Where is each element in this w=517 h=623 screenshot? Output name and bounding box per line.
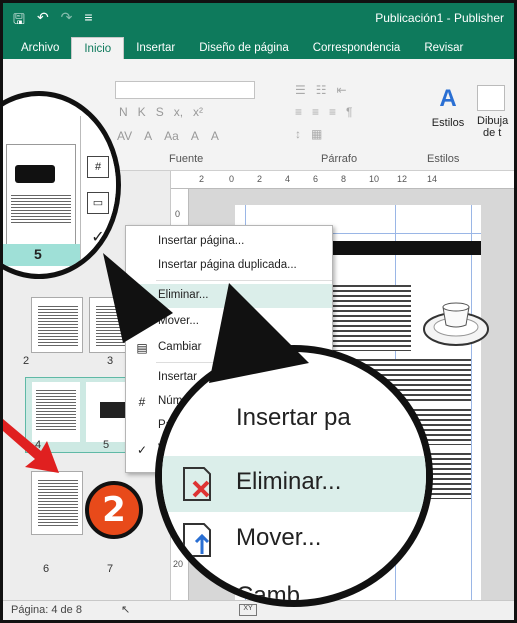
thumb-content	[38, 480, 78, 526]
align-center-icon[interactable]: ≡	[312, 105, 319, 119]
draw-label-2: de t	[483, 127, 502, 139]
styles-icon: A	[439, 85, 457, 112]
line-spacing-icon[interactable]: ↕	[295, 127, 301, 141]
cursor-icon: ↖	[121, 604, 131, 616]
page-number-5: 5	[103, 439, 110, 451]
subscript-button[interactable]: x,	[174, 105, 183, 119]
page-number-icon: #	[138, 395, 146, 409]
window-title: Publicación1 - Publisher	[375, 11, 504, 25]
publisher-window: 🖫 ↶ ↷ ≡ Publicación1 - Publisher Archivo…	[0, 0, 517, 623]
red-arrow-icon	[3, 419, 59, 473]
tab-inicio[interactable]: Inicio	[71, 37, 125, 59]
group-label-parrafo: Párrafo	[321, 153, 358, 165]
callout-pointer-right	[209, 283, 309, 383]
selection-band	[3, 244, 82, 266]
tab-correspondencia[interactable]: Correspondencia	[301, 37, 413, 59]
char-spacing-button[interactable]: AV	[117, 129, 132, 143]
font-format-row-2: AV A Aa A A	[117, 129, 219, 143]
title-bar: 🖫 ↶ ↷ ≡ Publicación1 - Publisher	[3, 3, 514, 33]
page-number-6: 6	[43, 563, 50, 575]
icon-rail: # ▭ ✓	[80, 116, 116, 274]
ruler-mark: 2	[257, 174, 263, 184]
move-page-icon	[183, 523, 211, 557]
magnifier-thumbnail: 5 # ▭ ✓	[3, 91, 121, 279]
page-number-2: 2	[23, 355, 30, 367]
page-number-icon: #	[87, 156, 109, 178]
ribbon-tabs: Archivo Inicio Insertar Diseño de página…	[3, 33, 514, 59]
ruler-mark: 6	[313, 174, 319, 184]
customize-icon[interactable]: ≡	[84, 9, 92, 33]
page-number-3: 3	[107, 355, 114, 367]
cup-image[interactable]	[421, 293, 491, 349]
thumb-content	[38, 306, 78, 346]
thumb-image	[100, 402, 128, 418]
delete-page-icon	[183, 467, 211, 501]
status-bar: Página: 4 de 8 ↖ XY	[3, 600, 514, 620]
zoom-item-eliminar: Eliminar...	[162, 456, 426, 512]
font-format-row: N K S x, x²	[119, 105, 203, 119]
tab-archivo[interactable]: Archivo	[9, 37, 71, 59]
ruler-mark: 14	[427, 174, 438, 184]
align-left-icon[interactable]: ≡	[295, 105, 302, 119]
pilcrow-icon[interactable]: ¶	[346, 105, 352, 119]
redo-icon[interactable]: ↷	[61, 9, 73, 33]
underline-button[interactable]: S	[156, 105, 164, 119]
text-box-icon	[477, 85, 505, 111]
check-icon: ✓	[136, 443, 148, 457]
page-icon: ▭	[87, 192, 109, 214]
page-indicator[interactable]: Página: 4 de 8	[11, 604, 82, 616]
font-name-box[interactable]	[115, 81, 255, 99]
quick-access-toolbar: 🖫 ↶ ↷ ≡	[13, 9, 93, 33]
text-block[interactable]	[331, 285, 411, 351]
horizontal-ruler: 2 0 2 4 6 8 10 12 14	[171, 171, 514, 189]
ruler-mark: 0	[175, 209, 181, 219]
tab-insertar[interactable]: Insertar	[124, 37, 187, 59]
check-icon: ✓	[87, 228, 109, 250]
bag-image	[15, 165, 55, 183]
menu-item-insertar-pagina[interactable]: Insertar página...	[126, 230, 332, 254]
ruler-mark: 12	[397, 174, 408, 184]
zoom-item-mover: Mover...	[162, 514, 426, 570]
ruler-mark: 10	[369, 174, 380, 184]
ruler-mark: 8	[341, 174, 347, 184]
page-number-label: 5	[34, 246, 42, 262]
change-case-button[interactable]: Aa	[164, 129, 179, 143]
margin-guide	[471, 205, 472, 605]
superscript-button[interactable]: x²	[193, 105, 203, 119]
magnified-page-thumbnail	[6, 144, 76, 254]
paragraph-controls: ☰ ☷ ⇤ ≡ ≡ ≡ ¶ ↕ ▦	[295, 83, 415, 153]
step-badge: 2	[85, 481, 143, 539]
page-number-7: 7	[107, 563, 114, 575]
ruler-mark: 4	[285, 174, 291, 184]
numbering-icon[interactable]: ☷	[316, 83, 327, 97]
shrink-font-button[interactable]: A	[211, 129, 219, 143]
thumb-content	[11, 195, 71, 225]
tab-diseno-de-pagina[interactable]: Diseño de página	[187, 37, 301, 59]
undo-icon[interactable]: ↶	[37, 9, 49, 33]
page-header-bar[interactable]	[317, 241, 481, 255]
bullets-icon[interactable]: ☰	[295, 83, 306, 97]
italic-button[interactable]: K	[138, 105, 146, 119]
shading-icon[interactable]: ▦	[311, 127, 322, 141]
group-label-fuente: Fuente	[169, 153, 204, 165]
save-icon[interactable]: 🖫	[13, 9, 25, 33]
layout-icon[interactable]: XY	[239, 604, 257, 616]
align-right-icon[interactable]: ≡	[329, 105, 336, 119]
draw-text-box-button[interactable]: Dibuja de t	[477, 85, 514, 139]
draw-label: Dibuja	[477, 115, 509, 127]
styles-button[interactable]: A Estilos	[423, 85, 473, 129]
group-label-estilos: Estilos	[427, 153, 460, 165]
font-color-button[interactable]: A	[144, 129, 152, 143]
styles-label: Estilos	[431, 117, 465, 129]
ruler-mark: 2	[199, 174, 205, 184]
grow-font-button[interactable]: A	[191, 129, 199, 143]
bold-button[interactable]: N	[119, 105, 128, 119]
tab-revisar[interactable]: Revisar	[412, 37, 475, 59]
page-thumbnail[interactable]	[31, 297, 83, 353]
zoom-item-insertar: Insertar pa	[236, 404, 351, 431]
ruler-mark: 0	[229, 174, 235, 184]
indent-icon[interactable]: ⇤	[337, 83, 347, 97]
